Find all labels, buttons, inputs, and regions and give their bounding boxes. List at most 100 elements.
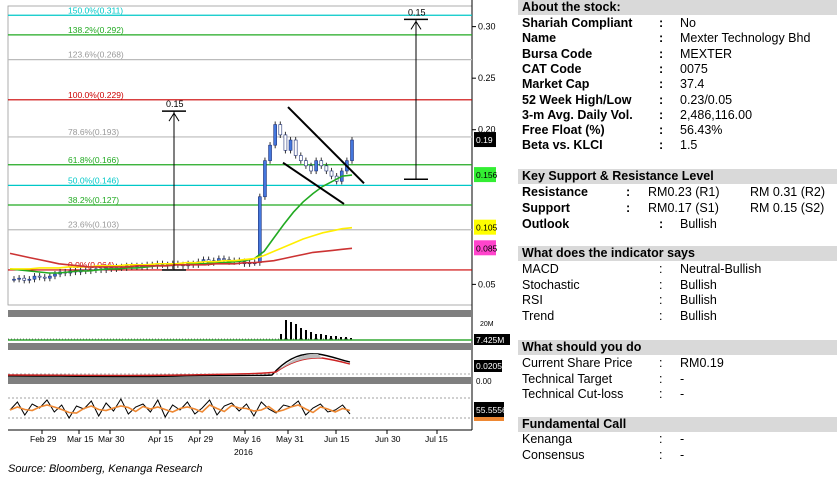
row-label: 52 Week High/Low	[522, 92, 632, 107]
x-tick-label: Jun 30	[375, 434, 401, 444]
fib-label: 150.0%(0.311)	[68, 5, 123, 15]
price-candle	[298, 155, 303, 161]
colon: :	[626, 185, 631, 199]
pane-separator	[8, 377, 472, 384]
price-chart: 150.0%(0.311) 138.2%(0.292) 123.6%(0.268) 1…	[0, 0, 518, 462]
price-tag-label: 0.156	[476, 170, 498, 180]
price-candle	[278, 124, 283, 136]
fib-label: 61.8%(0.166)	[68, 155, 119, 165]
volume-bar	[295, 324, 297, 340]
stoch-tag-label: 55.5556	[476, 405, 507, 415]
macd-tag-label: 0.0205	[476, 361, 502, 371]
row-value: -	[680, 371, 685, 386]
row-label: 3-m Avg. Daily Vol.	[522, 107, 633, 122]
measure-label: 0.15	[166, 99, 184, 109]
colon: :	[659, 31, 664, 46]
row-label: Free Float (%)	[522, 123, 605, 138]
row-label: RSI	[522, 293, 543, 307]
row-label: Trend	[522, 308, 555, 323]
row-value: 37.4	[680, 77, 705, 92]
price-candle	[324, 165, 329, 172]
trendline-lower	[282, 161, 345, 205]
macd-zero-label: 0.00	[476, 377, 492, 386]
row-label: Current Share Price	[522, 356, 633, 370]
macd-line	[7, 353, 351, 378]
price-candle	[42, 276, 47, 279]
row-value: -	[680, 447, 685, 462]
fib-label: 78.6%(0.193)	[68, 127, 119, 137]
row-label: Beta vs. KLCI	[522, 138, 603, 153]
colon: :	[659, 371, 663, 386]
pane-separator	[8, 343, 472, 350]
colon: :	[659, 262, 663, 276]
colon: :	[659, 16, 664, 30]
support-s2: RM 0.15 (S2)	[750, 201, 825, 215]
fib-label: 100.0%(0.229)	[68, 90, 124, 100]
price-candle	[37, 275, 42, 278]
info-panel: About the stock: Shariah Compliant: No Nam…	[518, 0, 837, 478]
colon: :	[659, 92, 664, 107]
colon: :	[659, 46, 664, 61]
resistance-r1: RM0.23 (R1)	[648, 185, 720, 199]
sr-title: Key Support & Resistance Level	[518, 169, 837, 184]
fib-label: 138.2%(0.292)	[68, 25, 124, 35]
price-candle	[32, 275, 37, 280]
x-tick-label: Apr 29	[188, 434, 213, 444]
price-candle	[53, 273, 57, 277]
price-candle	[263, 160, 267, 198]
row-value: RM0.19	[680, 356, 724, 370]
fib-label: 38.2%(0.127)	[68, 195, 119, 205]
colon: :	[659, 138, 664, 153]
row-label: Name	[522, 31, 557, 46]
price-candle	[217, 258, 221, 261]
row-value: Bullish	[680, 308, 717, 323]
colon: :	[659, 77, 664, 92]
price-candle	[12, 278, 16, 281]
price-candle	[319, 160, 324, 167]
fib-label: 23.6%(0.103)	[68, 220, 119, 230]
colon: :	[659, 123, 664, 138]
price-candle	[350, 139, 354, 161]
colon: :	[659, 432, 663, 446]
about-title: About the stock:	[518, 0, 837, 15]
row-label: Market Cap	[522, 77, 590, 92]
moving-average-line	[9, 247, 353, 268]
row-label: Stochastic	[522, 277, 580, 292]
row-value: Bullish	[680, 293, 717, 307]
price-candle	[17, 277, 21, 280]
stoch-d-tag	[474, 417, 504, 421]
volume-tag-label: 7.425M	[476, 335, 504, 345]
support-s1: RM0.17 (S1)	[648, 201, 719, 215]
row-value: -	[680, 432, 685, 446]
x-tick-label: Jun 15	[324, 434, 350, 444]
price-candle	[309, 165, 313, 172]
resistance-label: Resistance	[522, 185, 589, 199]
colon: :	[659, 107, 664, 122]
row-value: MEXTER	[680, 46, 733, 61]
price-candle	[222, 258, 226, 260]
row-label: Technical Cut-loss	[522, 387, 624, 401]
x-tick-label: Apr 15	[148, 434, 173, 444]
y-tick-label: 0.30	[478, 22, 496, 32]
colon: :	[659, 293, 663, 307]
row-value: Bullish	[680, 277, 717, 292]
price-candle	[48, 275, 52, 279]
y-tick-label: 0.05	[478, 279, 496, 289]
row-value: No	[680, 16, 696, 30]
colon: :	[659, 447, 663, 462]
colon: :	[659, 387, 663, 401]
moving-average-line	[9, 174, 353, 274]
pane-separator	[8, 310, 472, 317]
moving-average-line	[10, 226, 353, 270]
colon: :	[659, 356, 663, 370]
x-tick-label: Mar 30	[98, 434, 125, 444]
chart-svg: 150.0%(0.311) 138.2%(0.292) 123.6%(0.268) 1…	[7, 0, 510, 457]
row-label: Shariah Compliant	[522, 16, 633, 30]
price-tag-label: 0.19	[476, 135, 493, 145]
measure-label: 0.15	[408, 7, 426, 17]
y-tick-label: 0.25	[478, 73, 496, 83]
volume-bar	[315, 334, 317, 340]
colon: :	[626, 201, 631, 215]
support-label: Support	[522, 201, 570, 215]
price-candle	[293, 139, 298, 156]
